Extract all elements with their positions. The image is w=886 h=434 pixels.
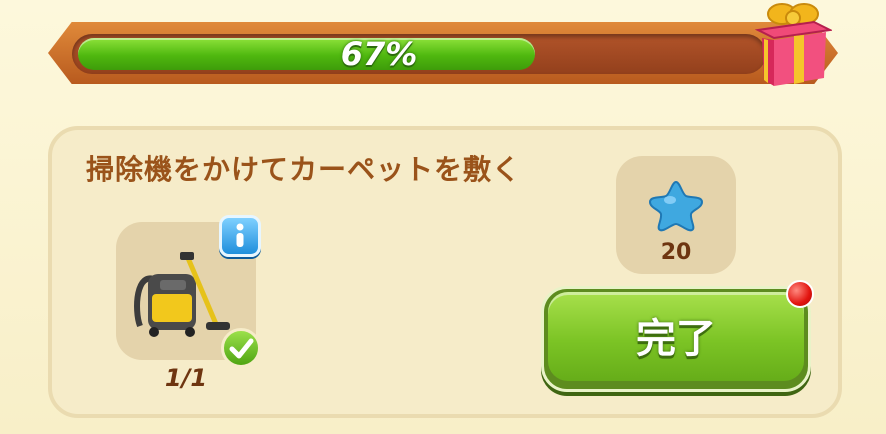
reward-value: 20 [660, 240, 692, 265]
red-dot-icon [786, 280, 814, 308]
blue-star-icon [648, 180, 704, 232]
info-button[interactable] [219, 215, 261, 257]
checkmark-icon [229, 338, 254, 359]
completed-badge [221, 328, 261, 368]
complete-button-face: 完了 [548, 292, 804, 381]
task-title: 掃除機をかけてカーペットを敷く [86, 153, 522, 186]
vacuum-cleaner-icon [134, 252, 230, 337]
item-count: 1/1 [164, 364, 208, 392]
complete-button-label: 完了 [636, 316, 716, 362]
info-icon [236, 223, 244, 247]
game-screen: 67% 掃除機をかけてカーペットを敷く 1/1 20 完了 [0, 0, 886, 434]
gift-box-icon[interactable] [754, 0, 832, 88]
progress-percent: 67% [340, 35, 418, 73]
complete-button[interactable]: 完了 [541, 286, 811, 392]
